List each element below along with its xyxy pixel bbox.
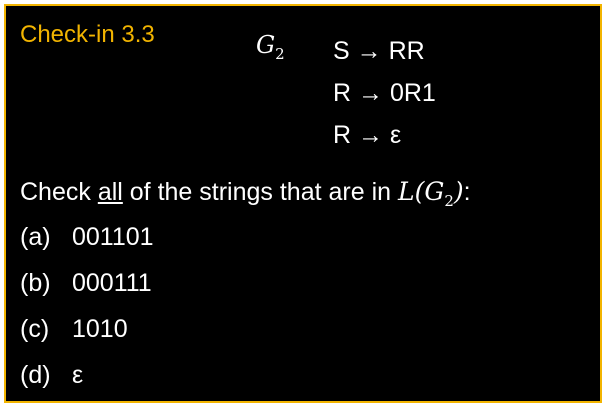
option-letter: (a) <box>20 223 51 251</box>
rule-lhs: R <box>333 79 352 107</box>
question-middle: of the strings that are in <box>122 178 398 206</box>
rule-arrow: → <box>356 37 382 65</box>
rule-rhs: ε <box>389 121 402 149</box>
lang-subscript: 2 <box>444 192 454 210</box>
rule-lhs: R <box>333 121 352 149</box>
grammar-name: G2 <box>256 30 285 69</box>
question-after: : <box>463 178 471 206</box>
option-value: 000111 <box>72 269 152 297</box>
option-a[interactable]: (a) 001101 <box>20 222 154 268</box>
lang-open-paren: ( <box>414 177 425 206</box>
grammar-rule: R → ε <box>333 120 436 162</box>
grammar-rules: S → RR R → 0R1 R → ε <box>333 36 436 162</box>
option-c[interactable]: (c) 1010 <box>20 314 154 360</box>
grammar-rule: S → RR <box>333 36 436 78</box>
checkin-title: Check-in 3.3 <box>20 21 155 48</box>
rule-lhs: S <box>333 37 350 65</box>
answer-options: (a) 001101 (b) 000111 (c) 1010 (d) ε <box>20 222 154 406</box>
language-expression: L(G2) <box>397 177 464 210</box>
option-letter: (b) <box>20 269 51 297</box>
rule-rhs: RR <box>388 37 425 65</box>
question-emphasis: all <box>97 178 123 206</box>
rule-rhs: 0R1 <box>389 79 436 107</box>
lang-close-paren: ) <box>453 177 464 206</box>
question-text: Check all of the strings that are in L(G… <box>20 177 471 216</box>
slide: Check-in 3.3 G2 S → RR R → 0R1 R → ε Che… <box>4 4 602 403</box>
grammar-rule: R → 0R1 <box>333 78 436 120</box>
option-value: 001101 <box>72 223 154 251</box>
option-letter: (c) <box>20 315 50 343</box>
question-before: Check <box>20 178 98 206</box>
rule-arrow: → <box>358 121 384 149</box>
option-letter: (d) <box>20 361 51 389</box>
option-value: ε <box>72 361 84 389</box>
option-d[interactable]: (d) ε <box>20 360 154 406</box>
option-value: 1010 <box>72 315 128 343</box>
grammar-name-subscript: 2 <box>275 44 285 63</box>
grammar-name-letter: G <box>256 31 276 59</box>
option-b[interactable]: (b) 000111 <box>20 268 154 314</box>
lang-G: G <box>424 177 445 206</box>
lang-L: L <box>397 177 415 206</box>
rule-arrow: → <box>358 79 384 107</box>
